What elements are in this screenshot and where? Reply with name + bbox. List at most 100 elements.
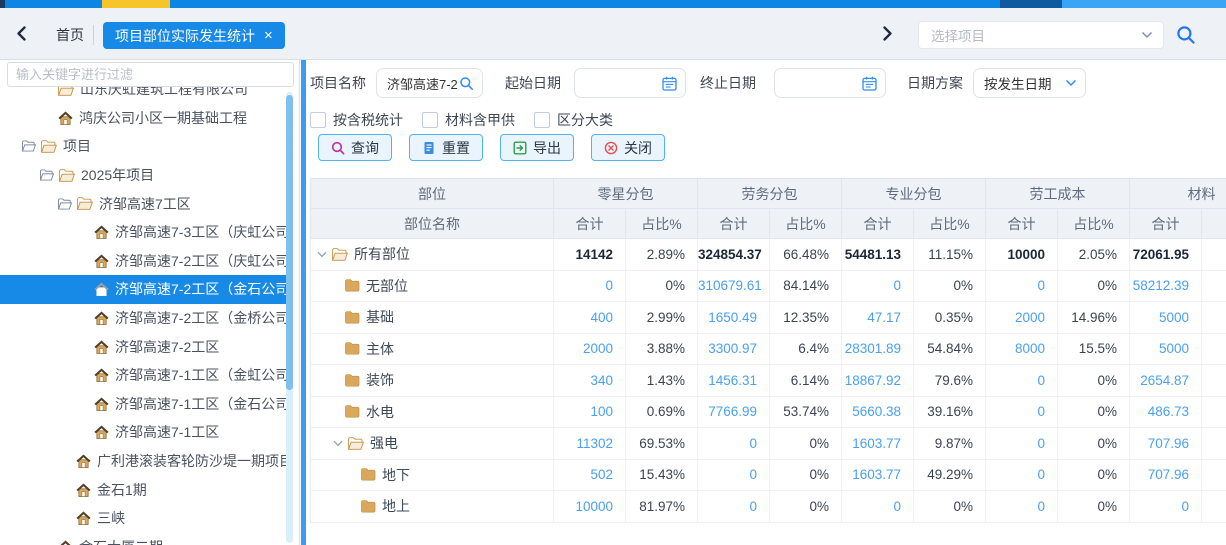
query-button[interactable]: 查询 (318, 134, 392, 161)
expand-toggle-icon[interactable] (58, 198, 72, 210)
total-value-cell[interactable]: 10000 (554, 491, 626, 523)
strip-segment-navy (1000, 0, 1062, 8)
total-value-cell[interactable]: 400 (554, 302, 626, 334)
house-icon (94, 397, 109, 411)
percent-value-cell: 0% (1058, 270, 1130, 302)
tree-item[interactable]: 广利港滚装客轮防沙堤一期项目 (0, 447, 293, 476)
tree-item[interactable]: 济邹高速7工区 (0, 189, 293, 218)
total-value-cell[interactable]: 0 (986, 270, 1058, 302)
reset-button[interactable]: 重置 (409, 134, 483, 161)
total-value-cell[interactable]: 0 (554, 270, 626, 302)
tab-active[interactable]: 项目部位实际发生统计 × (103, 22, 285, 49)
total-value-cell[interactable]: 0 (986, 459, 1058, 491)
tree-item[interactable]: 2025年项目 (0, 161, 293, 190)
chevron-down-icon[interactable] (333, 440, 343, 447)
total-value-cell[interactable]: 100 (554, 396, 626, 428)
total-value-cell[interactable]: 11302 (554, 428, 626, 460)
tree-item[interactable]: 济邹高速7-2工区 (0, 332, 293, 361)
date-scheme-select[interactable]: 按发生日期 (973, 68, 1086, 98)
total-value-cell[interactable]: 1603.77 (842, 459, 914, 491)
back-icon[interactable] (16, 26, 27, 46)
sidebar-scrollbar-thumb[interactable] (286, 95, 293, 390)
tree-item[interactable]: 济邹高速7-1工区 (0, 418, 293, 447)
total-value-cell[interactable]: 0 (986, 428, 1058, 460)
total-value-cell[interactable]: 5000 (1130, 302, 1202, 334)
project-select[interactable]: 选择项目 (918, 21, 1164, 49)
close-circle-icon (604, 141, 618, 155)
total-value-cell[interactable]: 5000 (1130, 333, 1202, 365)
checkbox-material-owner-supplied[interactable]: 材料含甲供 (422, 110, 515, 130)
total-value-cell[interactable]: 58212.39 (1130, 270, 1202, 302)
total-value-cell[interactable]: 1650.49 (698, 302, 770, 334)
tree-filter-input[interactable] (7, 62, 294, 87)
total-value-cell[interactable]: 0 (986, 491, 1058, 523)
calendar-icon[interactable] (662, 76, 677, 91)
total-value-cell[interactable]: 707.96 (1130, 428, 1202, 460)
total-value-cell[interactable]: 0 (698, 428, 770, 460)
folder-icon (345, 342, 360, 355)
sidebar-scrollbar-track[interactable] (286, 92, 293, 543)
tab-home[interactable]: 首页 (48, 22, 92, 49)
total-value-cell[interactable]: 0 (698, 491, 770, 523)
total-value-cell[interactable]: 486.73 (1130, 396, 1202, 428)
part-name-cell: 强电 (311, 428, 554, 460)
tree-item[interactable]: 金石大厦二期 (0, 533, 293, 545)
total-value-cell[interactable]: 1456.31 (698, 365, 770, 397)
total-value-cell[interactable]: 0 (842, 491, 914, 523)
total-value-cell[interactable]: 707.96 (1130, 459, 1202, 491)
total-value-cell[interactable]: 1603.77 (842, 428, 914, 460)
total-value-cell[interactable]: 2654.87 (1130, 365, 1202, 397)
chevron-down-icon[interactable] (317, 251, 327, 258)
search-icon[interactable] (459, 76, 474, 91)
tree-item[interactable]: 济邹高速7-2工区（金桥公司 (0, 304, 293, 333)
close-button[interactable]: 关闭 (591, 134, 665, 161)
total-value-cell[interactable]: 0 (986, 365, 1058, 397)
tree-item[interactable]: 三峡 (0, 504, 293, 533)
total-value-cell[interactable]: 340 (554, 365, 626, 397)
tree-item[interactable]: 金石1期 (0, 475, 293, 504)
checkbox-split-categories[interactable]: 区分大类 (534, 110, 613, 130)
expand-toggle-icon[interactable] (40, 169, 54, 181)
panel-splitter[interactable] (301, 60, 306, 545)
total-value-cell[interactable]: 7766.99 (698, 396, 770, 428)
tree-item[interactable]: 济邹高速7-2工区（金石公司 (0, 275, 293, 304)
tree-item[interactable]: 项目 (0, 132, 293, 161)
total-value-cell[interactable]: 310679.61 (698, 270, 770, 302)
calendar-icon[interactable] (862, 76, 877, 91)
total-value-cell[interactable]: 0 (986, 396, 1058, 428)
total-value-cell[interactable]: 3300.97 (698, 333, 770, 365)
checkbox-tax-included[interactable]: 按含税统计 (310, 110, 403, 130)
tree-filter (0, 60, 299, 87)
total-value-cell[interactable]: 47.17 (842, 302, 914, 334)
total-value-cell[interactable]: 0 (698, 459, 770, 491)
total-value-cell[interactable]: 0 (1130, 491, 1202, 523)
folder-icon (361, 500, 376, 513)
total-value-cell: 324854.37 (698, 239, 770, 271)
expand-toggle-icon[interactable] (22, 140, 36, 152)
export-button[interactable]: 导出 (500, 134, 574, 161)
total-value-cell[interactable]: 8000 (986, 333, 1058, 365)
tree-item[interactable]: 鸿庆公司小区一期基础工程 (0, 104, 293, 133)
expand-chevron[interactable] (333, 440, 343, 447)
tab-close-icon[interactable]: × (264, 28, 273, 43)
percent-value-cell: 0% (914, 270, 986, 302)
expand-toggle-slot[interactable] (40, 169, 59, 181)
total-value-cell[interactable]: 0 (842, 270, 914, 302)
tree-item[interactable]: 济邹高速7-1工区（金石公司 (0, 390, 293, 419)
total-value-cell: 14142 (554, 239, 626, 271)
expand-toggle-slot[interactable] (22, 140, 41, 152)
tree-item[interactable]: 济邹高速7-2工区（庆虹公司 (0, 247, 293, 276)
total-value-cell[interactable]: 2000 (986, 302, 1058, 334)
expand-chevron[interactable] (317, 251, 327, 258)
total-value-cell[interactable]: 18867.92 (842, 365, 914, 397)
tree-item[interactable]: 济邹高速7-1工区（金虹公司 (0, 361, 293, 390)
search-icon[interactable] (1176, 25, 1196, 50)
total-value-cell[interactable]: 5660.38 (842, 396, 914, 428)
total-value-cell[interactable]: 28301.89 (842, 333, 914, 365)
forward-icon[interactable] (882, 26, 893, 46)
tree-item[interactable]: 济邹高速7-3工区（庆虹公司 (0, 218, 293, 247)
total-value-cell[interactable]: 502 (554, 459, 626, 491)
total-value-cell[interactable]: 2000 (554, 333, 626, 365)
folder-open-icon (332, 248, 348, 261)
expand-toggle-slot[interactable] (58, 198, 77, 210)
